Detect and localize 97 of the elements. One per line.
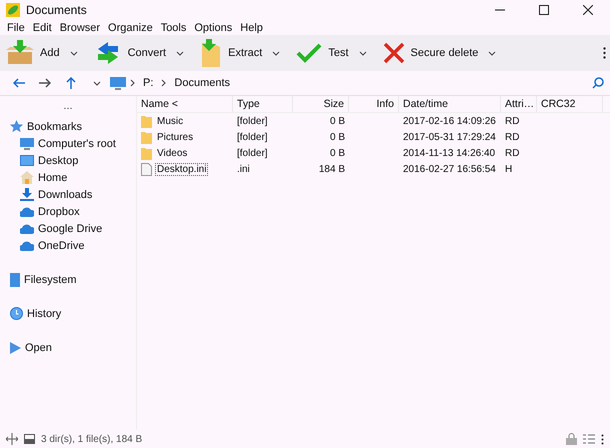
resize-arrows-icon: [6, 433, 18, 445]
star-icon: [10, 120, 23, 133]
forward-arrow-icon[interactable]: [39, 78, 51, 88]
table-cell: 0 B: [330, 116, 345, 126]
sidebar-item[interactable]: Computer's root: [0, 135, 136, 152]
table-cell: 2017-02-16 14:09:26: [403, 116, 496, 126]
cloud-icon: [20, 206, 34, 216]
status-text: 3 dir(s), 1 file(s), 184 B: [41, 434, 142, 444]
lock-icon: [566, 433, 577, 445]
drive-icon: [10, 272, 20, 286]
sidebar-item[interactable]: Filesystem: [0, 271, 136, 288]
caret-icon: [488, 50, 496, 56]
column-header[interactable]: Attri…: [501, 96, 537, 112]
menu-item[interactable]: Options: [190, 22, 236, 34]
menu-item[interactable]: Tools: [156, 22, 190, 34]
table-cell: RD: [505, 148, 520, 158]
app-logo-icon: [6, 3, 20, 17]
check-icon: [296, 42, 322, 64]
caret-icon: [176, 50, 184, 56]
toolbar-button[interactable]: Add: [4, 37, 86, 69]
column-header[interactable]: Size: [293, 96, 349, 112]
table-cell: 2014-11-13 14:26:40: [403, 148, 496, 158]
sidebar-item[interactable]: Downloads: [0, 186, 136, 203]
search-icon[interactable]: [592, 77, 604, 89]
path-crumb[interactable]: P:: [143, 77, 154, 89]
sidebar-item[interactable]: Open: [0, 339, 136, 356]
table-cell: RD: [505, 132, 520, 142]
caret-icon: [272, 50, 280, 56]
column-header[interactable]: Name <: [137, 96, 233, 112]
house-icon: [20, 171, 34, 184]
folder-icon: [200, 39, 222, 67]
caret-icon: [93, 80, 101, 86]
more-icon[interactable]: [603, 47, 606, 59]
toolbar-button[interactable]: Test: [294, 37, 375, 69]
file-icon: [141, 162, 152, 176]
clock-icon: [10, 307, 23, 320]
file-name[interactable]: Desktop.ini: [155, 162, 208, 176]
drive-icon: [24, 434, 35, 444]
play-icon: [10, 342, 21, 354]
table-cell: 0 B: [330, 132, 345, 142]
close-icon[interactable]: [583, 5, 593, 15]
cross-icon: [382, 42, 405, 64]
table-cell: 2016-02-27 16:56:54: [403, 164, 496, 174]
table-cell: H: [505, 164, 512, 174]
file-name[interactable]: Pictures: [155, 130, 196, 144]
maximize-icon[interactable]: [539, 5, 549, 15]
menu-item[interactable]: Organize: [104, 22, 157, 34]
table-cell: 184 B: [318, 164, 345, 174]
more-dots[interactable]: ...: [63, 102, 73, 110]
table-cell: [folder]: [237, 116, 268, 126]
sidebar-item[interactable]: Home: [0, 169, 136, 186]
list-view-icon[interactable]: [583, 434, 595, 444]
folder-icon: [141, 146, 152, 160]
sidebar-item[interactable]: Google Drive: [0, 220, 136, 237]
sidebar-item[interactable]: OneDrive: [0, 237, 136, 254]
up-arrow-icon[interactable]: [66, 77, 76, 89]
caret-icon: [70, 50, 78, 56]
column-header[interactable]: Date/time: [399, 96, 501, 112]
table-cell: [folder]: [237, 148, 268, 158]
toolbar-button[interactable]: Extract: [198, 37, 288, 69]
sidebar-item[interactable]: Dropbox: [0, 203, 136, 220]
download-icon: [20, 188, 34, 201]
monitor-icon: [110, 76, 126, 90]
table-cell: 0 B: [330, 148, 345, 158]
column-header[interactable]: CRC32: [537, 96, 603, 112]
table-cell: [folder]: [237, 132, 268, 142]
table-cell: 2017-05-31 17:29:24: [403, 132, 496, 142]
table-cell: .ini: [237, 164, 250, 174]
chevron-icon: [161, 79, 166, 87]
sidebar-item[interactable]: History: [0, 305, 136, 322]
menu-item[interactable]: Help: [236, 22, 267, 34]
column-header[interactable]: Info: [349, 96, 399, 112]
folder-icon: [141, 130, 152, 144]
minimize-icon[interactable]: [495, 9, 505, 11]
toolbar-button[interactable]: Convert: [92, 37, 192, 69]
more-icon[interactable]: [601, 434, 604, 444]
chevron-icon: [130, 79, 135, 87]
path-crumb[interactable]: Documents: [174, 77, 230, 89]
sidebar-item[interactable]: Desktop: [0, 152, 136, 169]
toolbar-button[interactable]: Secure delete: [380, 37, 504, 69]
back-arrow-icon[interactable]: [13, 78, 25, 88]
screen-icon: [20, 155, 34, 166]
folder-icon: [141, 114, 152, 128]
sidebar-item[interactable]: Bookmarks: [0, 118, 136, 135]
caret-icon: [358, 50, 367, 56]
box-icon: [6, 40, 34, 66]
table-cell: RD: [505, 116, 520, 126]
file-name[interactable]: Videos: [155, 146, 190, 160]
monitor-icon: [20, 138, 34, 150]
cloud-icon: [20, 224, 34, 234]
menu-item[interactable]: File: [3, 22, 29, 34]
menu-item[interactable]: Browser: [56, 22, 104, 34]
menu-item[interactable]: Edit: [28, 22, 56, 34]
cloud-icon: [20, 240, 34, 250]
column-header[interactable]: Type: [233, 96, 293, 112]
file-name[interactable]: Music: [155, 114, 186, 128]
window-title: Documents: [26, 3, 88, 17]
